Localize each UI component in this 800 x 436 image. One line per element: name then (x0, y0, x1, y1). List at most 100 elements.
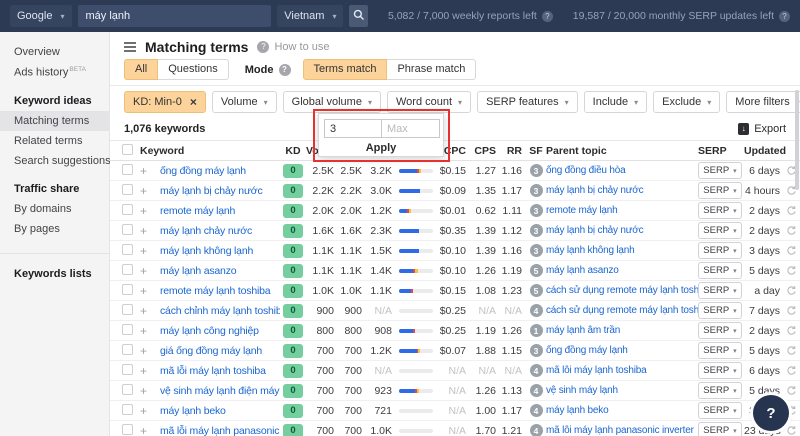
column-header-cps[interactable]: CPS (470, 145, 500, 157)
sidebar-item-overview[interactable]: Overview (0, 42, 109, 62)
tab-questions[interactable]: Questions (158, 59, 229, 80)
row-checkbox[interactable] (122, 364, 133, 375)
add-to-list-icon[interactable]: + (140, 304, 160, 318)
column-header-updated[interactable]: Updated (744, 145, 784, 157)
refresh-icon[interactable] (784, 245, 798, 256)
serp-dropdown-button[interactable]: SERP▾ (698, 362, 742, 379)
country-select[interactable]: Vietnam ▾ (277, 5, 343, 27)
serp-features-badge[interactable]: 3 (530, 344, 543, 357)
row-checkbox[interactable] (122, 184, 133, 195)
parent-topic-link[interactable]: mã lỗi máy lạnh toshiba (546, 365, 698, 376)
row-checkbox[interactable] (122, 204, 133, 215)
row-checkbox[interactable] (122, 404, 133, 415)
refresh-icon[interactable] (784, 305, 798, 316)
filter-dropdown-word-count[interactable]: Word count▾ (387, 91, 471, 113)
serp-features-badge[interactable]: 3 (530, 204, 543, 217)
parent-topic-link[interactable]: máy lạnh không lạnh (546, 245, 698, 256)
keyword-link[interactable]: máy lạnh asanzo (160, 265, 280, 277)
sidebar-item-by-pages[interactable]: By pages (0, 219, 109, 239)
keyword-query-input[interactable]: máy lạnh (78, 5, 272, 27)
filter-dropdown-include[interactable]: Include▾ (584, 91, 648, 113)
refresh-icon[interactable] (784, 365, 798, 376)
refresh-icon[interactable] (784, 225, 798, 236)
row-checkbox[interactable] (122, 244, 133, 255)
keyword-link[interactable]: máy lạnh công nghiệp (160, 325, 280, 337)
select-all-checkbox[interactable] (122, 144, 133, 155)
export-button[interactable]: ↓ Export (738, 123, 786, 135)
add-to-list-icon[interactable]: + (140, 204, 160, 218)
column-header-parent-topic[interactable]: Parent topic (546, 145, 698, 157)
filter-dropdown-global-volume[interactable]: Global volume▾ (283, 91, 381, 113)
sidebar-item-ads-history[interactable]: Ads historyBETA (0, 62, 109, 83)
serp-dropdown-button[interactable]: SERP▾ (698, 402, 742, 419)
parent-topic-link[interactable]: vệ sinh máy lạnh (546, 385, 698, 396)
add-to-list-icon[interactable]: + (140, 164, 160, 178)
refresh-icon[interactable] (784, 345, 798, 356)
tab-terms-match[interactable]: Terms match (303, 59, 388, 80)
serp-features-badge[interactable]: 1 (530, 324, 543, 337)
parent-topic-link[interactable]: ống đồng máy lạnh (546, 345, 698, 356)
apply-button[interactable]: Apply (324, 138, 438, 154)
parent-topic-link[interactable]: ống đồng điều hòa (546, 165, 698, 176)
add-to-list-icon[interactable]: + (140, 324, 160, 338)
serp-features-badge[interactable]: 4 (530, 364, 543, 377)
serp-dropdown-button[interactable]: SERP▾ (698, 222, 742, 239)
serp-features-badge[interactable]: 3 (530, 244, 543, 257)
filter-dropdown-more-filters[interactable]: More filters▾ (726, 91, 800, 113)
column-header-rr[interactable]: RR (500, 145, 526, 157)
search-engine-select[interactable]: Google ▾ (10, 5, 72, 27)
keyword-link[interactable]: máy lạnh beko (160, 405, 280, 417)
search-button[interactable] (349, 5, 367, 27)
filter-dropdown-serp-features[interactable]: SERP features▾ (477, 91, 578, 113)
add-to-list-icon[interactable]: + (140, 224, 160, 238)
sidebar-item-search-suggestions[interactable]: Search suggestions (0, 151, 109, 171)
remove-filter-icon[interactable]: × (190, 95, 197, 109)
keyword-link[interactable]: máy lạnh không lạnh (160, 245, 280, 257)
row-checkbox[interactable] (122, 344, 133, 355)
keyword-link[interactable]: máy lạnh bị chảy nước (160, 185, 280, 197)
row-checkbox[interactable] (122, 224, 133, 235)
serp-dropdown-button[interactable]: SERP▾ (698, 342, 742, 359)
serp-dropdown-button[interactable]: SERP▾ (698, 282, 742, 299)
column-header-serp[interactable]: SERP (698, 145, 744, 157)
serp-dropdown-button[interactable]: SERP▾ (698, 262, 742, 279)
add-to-list-icon[interactable]: + (140, 244, 160, 258)
add-to-list-icon[interactable]: + (140, 384, 160, 398)
serp-dropdown-button[interactable]: SERP▾ (698, 302, 742, 319)
add-to-list-icon[interactable]: + (140, 184, 160, 198)
active-filter-kd[interactable]: KD: Min-0 × (124, 91, 206, 113)
serp-features-badge[interactable]: 3 (530, 184, 543, 197)
sidebar-item-matching-terms[interactable]: Matching terms (0, 111, 109, 131)
keyword-link[interactable]: mã lỗi máy lạnh panasonic inverter (160, 425, 280, 436)
serp-features-badge[interactable]: 4 (530, 404, 543, 417)
row-checkbox[interactable] (122, 164, 133, 175)
filter-dropdown-volume[interactable]: Volume▾ (212, 91, 277, 113)
parent-topic-link[interactable]: remote máy lạnh (546, 205, 698, 216)
parent-topic-link[interactable]: máy lạnh asanzo (546, 265, 698, 276)
column-header-kd[interactable]: KD (280, 145, 306, 157)
serp-dropdown-button[interactable]: SERP▾ (698, 162, 742, 179)
tab-all[interactable]: All (124, 59, 158, 80)
keyword-link[interactable]: mã lỗi máy lạnh toshiba (160, 365, 280, 377)
keyword-link[interactable]: remote máy lạnh (160, 205, 280, 217)
info-icon[interactable]: ? (279, 64, 291, 76)
parent-topic-link[interactable]: máy lạnh bị chảy nước (546, 185, 698, 196)
add-to-list-icon[interactable]: + (140, 284, 160, 298)
row-checkbox[interactable] (122, 384, 133, 395)
add-to-list-icon[interactable]: + (140, 344, 160, 358)
serp-features-badge[interactable]: 4 (530, 384, 543, 397)
refresh-icon[interactable] (784, 265, 798, 276)
serp-dropdown-button[interactable]: SERP▾ (698, 382, 742, 399)
parent-topic-link[interactable]: máy lạnh beko (546, 405, 698, 416)
column-header-sf[interactable]: SF (526, 145, 546, 157)
row-checkbox[interactable] (122, 304, 133, 315)
refresh-icon[interactable] (784, 325, 798, 336)
serp-features-badge[interactable]: 5 (530, 284, 543, 297)
serp-dropdown-button[interactable]: SERP▾ (698, 242, 742, 259)
row-checkbox[interactable] (122, 264, 133, 275)
word-count-min-input[interactable] (324, 119, 382, 138)
info-icon[interactable]: ? (779, 11, 790, 22)
add-to-list-icon[interactable]: + (140, 264, 160, 278)
word-count-max-input[interactable] (382, 119, 440, 138)
serp-dropdown-button[interactable]: SERP▾ (698, 422, 742, 436)
